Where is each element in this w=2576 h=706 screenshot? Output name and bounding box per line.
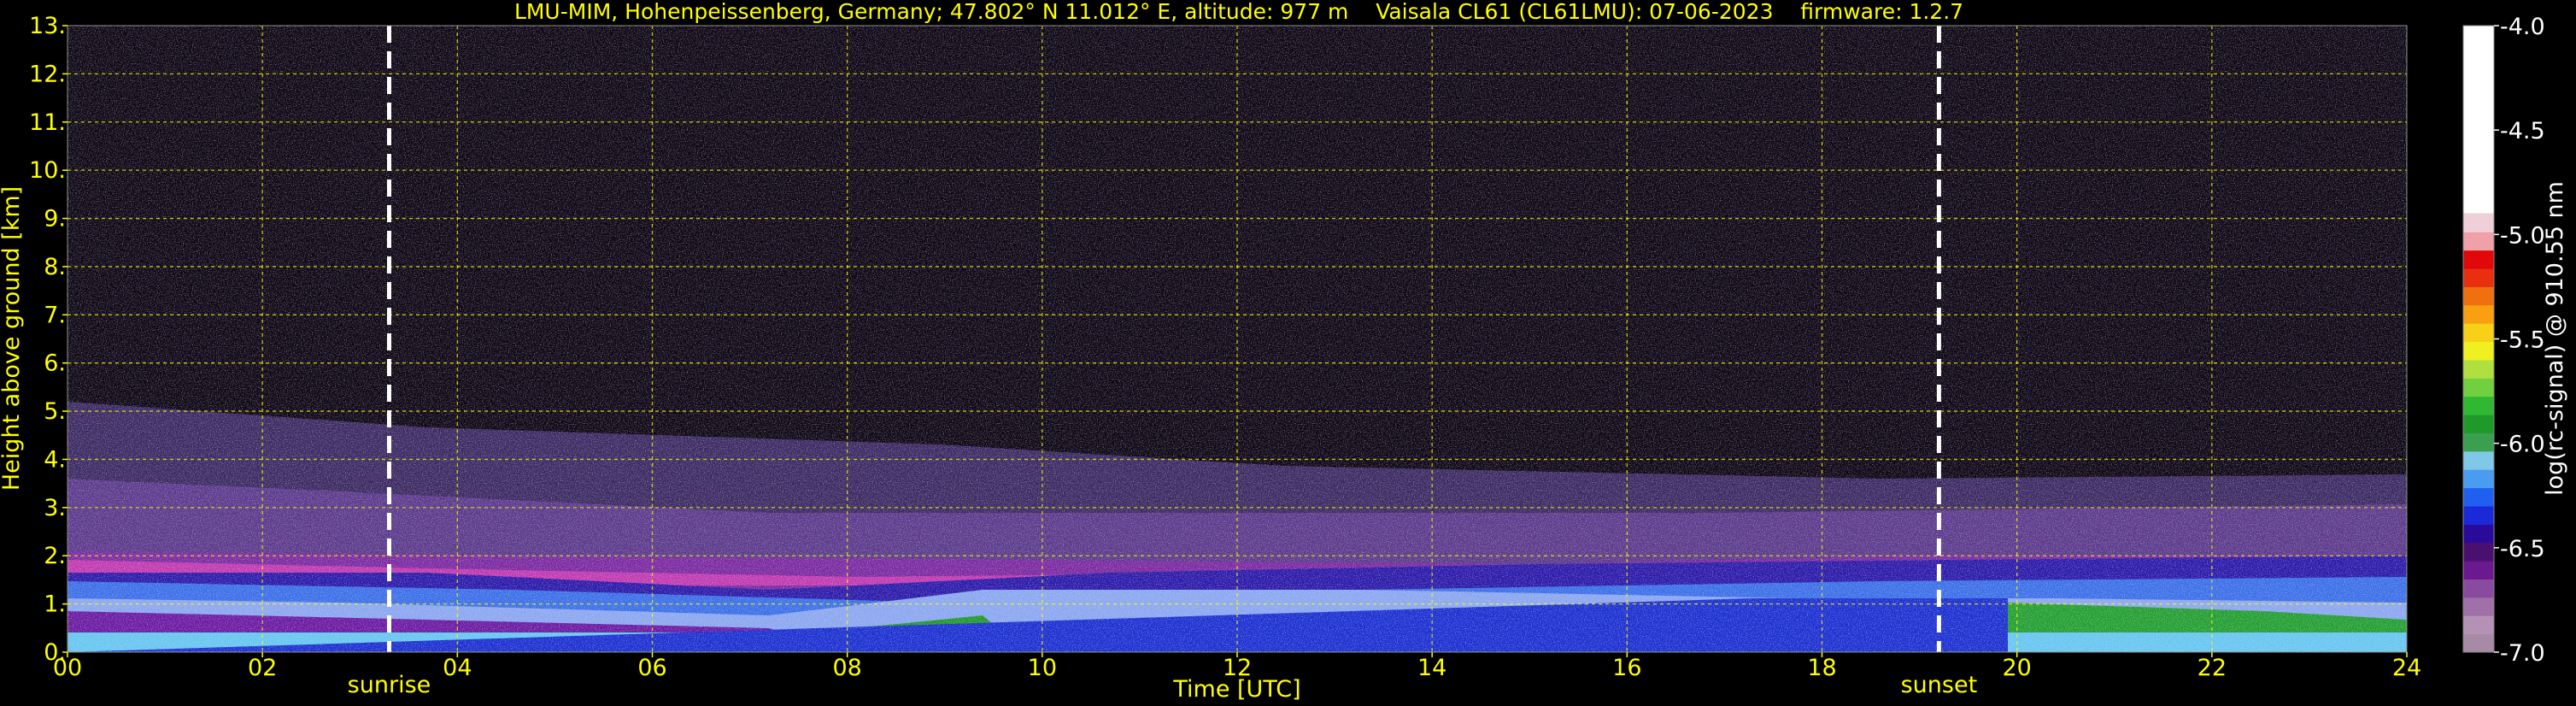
colorbar-segment — [2463, 250, 2494, 269]
plot-area — [67, 26, 2407, 652]
colorbar-tick-label: -4.0 — [2500, 14, 2545, 40]
y-axis-ticks: 0. 1. 2. 3. 4. 5. 6. 7. 8. 9. 10. 11. 12. 13. — [29, 13, 67, 666]
colorbar-segment — [2463, 304, 2494, 324]
colorbar-segment — [2463, 469, 2494, 489]
colorbar-tick-label: -4.5 — [2500, 118, 2545, 144]
colorbar-tick-label: -6.5 — [2500, 536, 2545, 562]
colorbar-segment — [2463, 615, 2494, 635]
colorbar-segment — [2463, 232, 2494, 251]
colorbar-tick-label: -6.0 — [2500, 432, 2545, 458]
colorbar-segment — [2463, 633, 2494, 653]
x-tick-label: 20 — [2002, 655, 2031, 681]
x-tick-label: 24 — [2392, 655, 2421, 681]
colorbar-segment — [2463, 268, 2494, 287]
y-tick-label: 10. — [29, 157, 66, 184]
marker-label-sunset: sunset — [1901, 672, 1978, 698]
y-tick-label: 11. — [29, 109, 66, 136]
y-tick-label: 13. — [29, 13, 66, 39]
colorbar-segment — [2463, 524, 2494, 544]
x-tick-label: 14 — [1417, 655, 1446, 681]
colorbar-segment — [2463, 286, 2494, 306]
y-tick-label: 5. — [44, 398, 66, 425]
colorbar-segment — [2463, 450, 2494, 470]
x-axis-label: Time [UTC] — [1172, 676, 1300, 703]
chart-title: LMU-MIM, Hohenpeissenberg, Germany; 47.8… — [514, 0, 1963, 24]
y-tick-label: 1. — [44, 591, 66, 618]
colorbar-segment — [2463, 341, 2494, 361]
colorbar-segment — [2463, 396, 2494, 415]
colorbar-segment — [2463, 542, 2494, 562]
marker-label-sunrise: sunrise — [348, 672, 431, 698]
x-tick-label: 16 — [1612, 655, 1641, 681]
y-tick-label: 9. — [44, 206, 66, 232]
y-tick-label: 7. — [44, 302, 66, 328]
colorbar-segment — [2463, 432, 2494, 452]
colorbar-segment — [2463, 487, 2494, 507]
sun-marker-labels: sunrise sunset — [348, 672, 1977, 698]
x-tick-label: 18 — [1807, 655, 1836, 681]
colorbar-label: log(rc-signal) @ 910.55 nm — [2542, 181, 2568, 496]
x-tick-label: 04 — [443, 655, 472, 681]
colorbar-segment — [2463, 597, 2494, 616]
y-tick-label: 0. — [44, 639, 66, 666]
x-tick-label: 10 — [1028, 655, 1057, 681]
y-tick-label: 3. — [44, 495, 66, 521]
colorbar-segment — [2463, 561, 2494, 580]
noise-speckle — [67, 26, 2407, 652]
y-tick-label: 6. — [44, 350, 66, 377]
colorbar-segment — [2463, 359, 2494, 379]
colorbar-segment — [2463, 213, 2494, 232]
colorbar-segment — [2463, 26, 2494, 214]
y-tick-label: 12. — [29, 61, 66, 87]
colorbar-segment — [2463, 323, 2494, 343]
colorbar-tick-label: -5.0 — [2500, 222, 2545, 249]
y-tick-label: 2. — [44, 543, 66, 569]
y-axis-label: Height above ground [km] — [0, 186, 25, 491]
colorbar-segment — [2463, 579, 2494, 598]
x-tick-label: 02 — [248, 655, 277, 681]
colorbar-tick-label: -7.0 — [2500, 640, 2545, 667]
colorbar: -4.0 -4.5 -5.0 -5.5 -6.0 -6.5 -7.0 — [2462, 14, 2545, 667]
y-tick-label: 4. — [44, 446, 66, 473]
ceilometer-chart: LMU-MIM, Hohenpeissenberg, Germany; 47.8… — [0, 0, 2568, 703]
colorbar-tick-label: -5.5 — [2500, 327, 2545, 354]
x-tick-label: 22 — [2198, 655, 2227, 681]
x-tick-label: 06 — [637, 655, 666, 681]
x-tick-label: 08 — [832, 655, 861, 681]
y-tick-label: 8. — [44, 254, 66, 280]
colorbar-segment — [2463, 378, 2494, 397]
colorbar-segment — [2463, 505, 2494, 525]
colorbar-segment — [2463, 415, 2494, 433]
